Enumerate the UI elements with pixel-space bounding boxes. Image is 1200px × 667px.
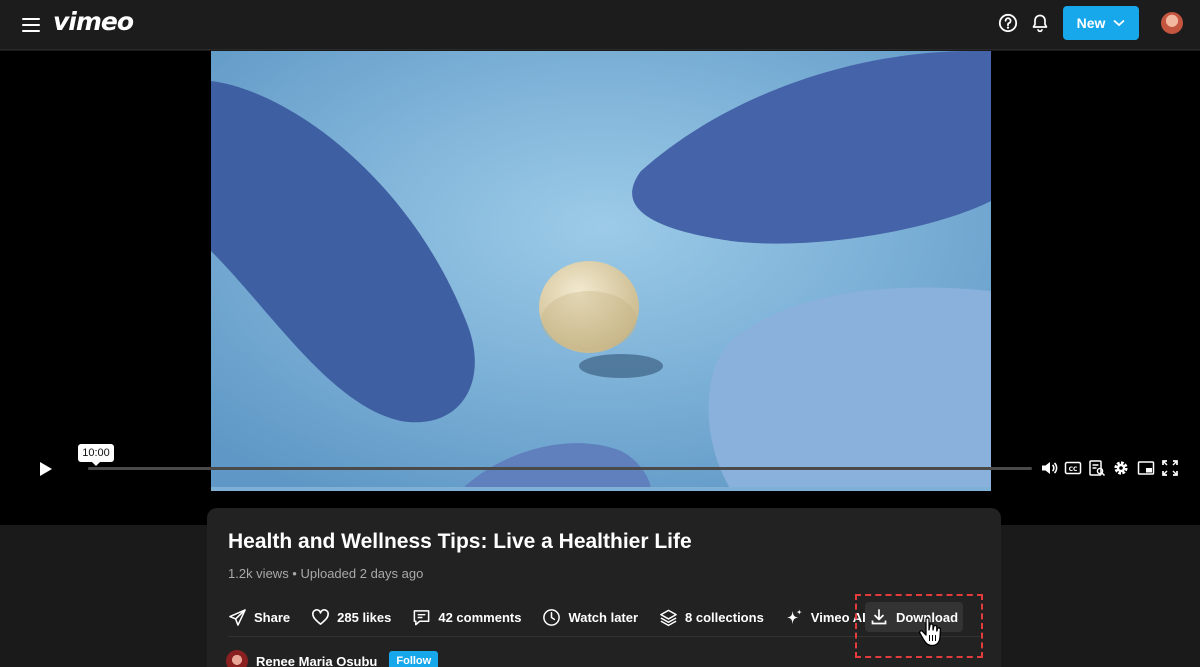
owner-row: Renee Maria Osubu Follow [226,650,439,667]
like-button[interactable]: 285 likes [311,608,391,627]
collections-button[interactable]: 8 collections [659,608,764,627]
collections-label: 8 collections [685,609,764,625]
notifications-bell-icon[interactable] [1030,13,1050,33]
download-icon [871,609,887,625]
top-bar: vimeo New [0,0,1200,50]
video-still-image [211,51,991,490]
comments-label: 42 comments [438,609,522,625]
share-button[interactable]: Share [228,608,290,627]
new-button-label: New [1076,15,1106,31]
comment-icon [413,609,430,625]
video-title: Health and Wellness Tips: Live a Healthi… [228,530,692,553]
vimeo-logo[interactable]: vimeo [53,7,134,36]
time-tooltip: 10:00 [78,444,114,466]
video-bottom-strip [211,487,991,491]
user-avatar[interactable] [1161,12,1183,34]
watch-later-label: Watch later [568,609,639,625]
play-icon[interactable] [38,461,54,477]
video-frame[interactable] [211,51,991,490]
share-send-icon [229,608,246,626]
hand-cursor-icon [918,617,942,647]
follow-button[interactable]: Follow [389,651,439,667]
likes-label: 285 likes [337,609,392,625]
comments-button[interactable]: 42 comments [412,608,521,627]
video-player[interactable]: 10:00 CC [0,51,1200,525]
video-info-card: Health and Wellness Tips: Live a Healthi… [207,508,1001,667]
settings-gear-icon[interactable] [1112,459,1130,477]
new-button[interactable]: New [1063,6,1139,40]
chevron-down-icon [1113,19,1125,27]
menu-icon[interactable] [22,15,42,33]
download-button[interactable]: Download [865,602,963,632]
share-label: Share [254,609,291,625]
video-meta: 1.2k views • Uploaded 2 days ago [228,566,424,581]
owner-avatar[interactable] [226,650,248,667]
heart-icon [312,608,330,625]
action-bar: Share 285 likes 42 comments Watch later … [228,602,887,632]
owner-name[interactable]: Renee Maria Osubu [256,654,377,667]
closed-captions-icon[interactable]: CC [1064,459,1082,477]
help-icon[interactable] [998,13,1018,33]
volume-icon[interactable] [1040,459,1058,477]
picture-in-picture-icon[interactable] [1137,459,1155,477]
progress-bar[interactable] [88,467,1032,470]
transcript-icon[interactable] [1088,459,1106,477]
fullscreen-icon[interactable] [1161,459,1179,477]
layers-icon [660,609,677,626]
sparkle-icon [786,608,802,624]
clock-icon [543,608,561,626]
svg-text:CC: CC [1069,466,1078,473]
download-highlight: Download [855,594,983,658]
watch-later-button[interactable]: Watch later [542,608,638,627]
vimeo-ai-button[interactable]: Vimeo AI [785,608,866,627]
